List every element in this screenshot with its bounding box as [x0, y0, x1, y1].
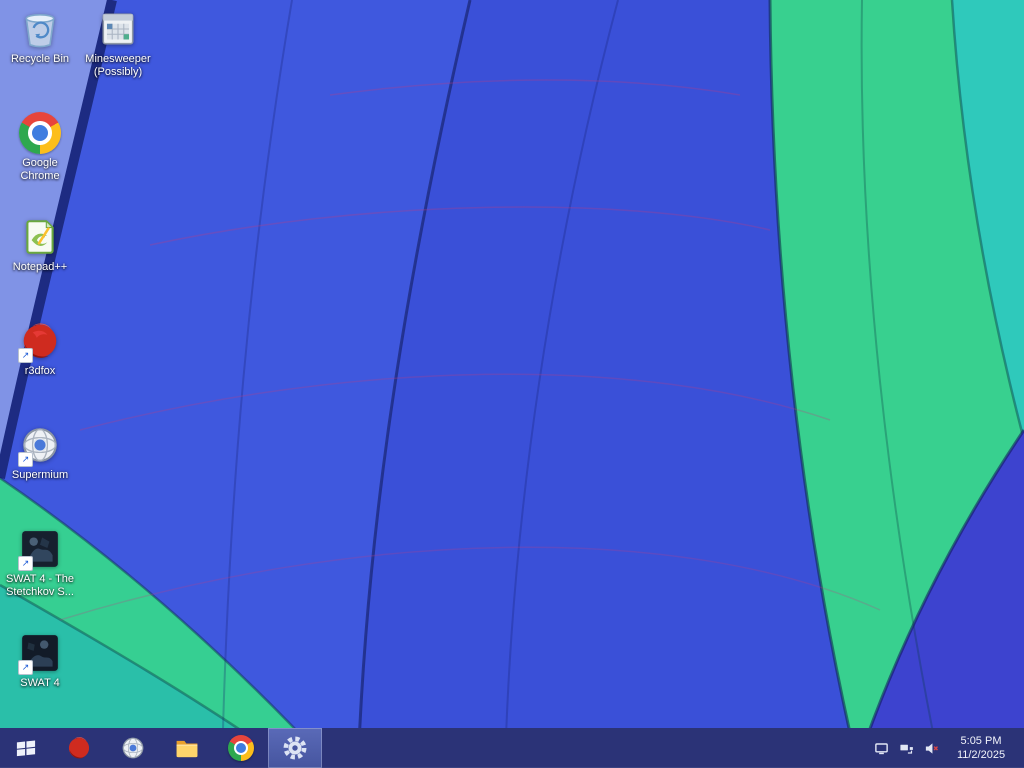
desktop-icon-label: Google Chrome [20, 157, 60, 182]
desktop-icon-label: r3dfox [24, 365, 56, 377]
hardware-icon[interactable] [873, 740, 889, 756]
network-icon[interactable] [898, 740, 914, 756]
gear-icon [282, 735, 308, 761]
supermium-icon [120, 735, 146, 761]
tray-date: 11/2/2025 [956, 749, 1006, 761]
swat4-stetchkov-icon: ↗ [18, 528, 61, 571]
desktop-surface[interactable]: Recycle Bin Minesweeper (Possibly) Googl… [0, 0, 1024, 728]
desktop-icon-label: SWAT 4 - The Stetchkov S... [5, 573, 75, 598]
taskbar-supermium-button[interactable] [106, 728, 160, 768]
start-button[interactable] [0, 728, 52, 768]
shortcut-arrow-icon: ↗ [18, 660, 33, 675]
desktop-icon-label: Minesweeper (Possibly) [85, 53, 151, 78]
desktop-icon-minesweeper[interactable]: Minesweeper (Possibly) [80, 8, 156, 79]
desktop-icon-recycle-bin[interactable]: Recycle Bin [2, 8, 78, 66]
windows-logo-icon [16, 740, 36, 757]
minesweeper-icon [97, 8, 139, 50]
taskbar-r3dfox-button[interactable] [52, 728, 106, 768]
desktop-icon-supermium[interactable]: ↗ Supermium [2, 424, 78, 482]
shortcut-arrow-icon: ↗ [18, 452, 33, 467]
taskbar-file-explorer-button[interactable] [160, 728, 214, 768]
tray-clock[interactable]: 5:05 PM 11/2/2025 [948, 734, 1014, 762]
recycle-bin-icon [19, 8, 61, 50]
tray-time: 5:05 PM [960, 735, 1002, 747]
taskbar-settings-button[interactable] [268, 728, 322, 768]
r3dfox-icon: ↗ [18, 320, 61, 363]
chrome-icon [228, 735, 254, 761]
supermium-icon: ↗ [18, 424, 61, 467]
desktop-icon-notepadpp[interactable]: Notepad++ [2, 216, 78, 274]
file-explorer-icon [174, 735, 200, 761]
system-tray: 5:05 PM 11/2/2025 [873, 728, 1024, 768]
desktop-icon-google-chrome[interactable]: Google Chrome [2, 112, 78, 183]
desktop-icon-swat4-stetchkov[interactable]: ↗ SWAT 4 - The Stetchkov S... [2, 528, 78, 599]
desktop-icon-label: Recycle Bin [10, 53, 70, 65]
shortcut-arrow-icon: ↗ [18, 348, 33, 363]
notepadpp-icon [19, 216, 61, 258]
taskbar: 5:05 PM 11/2/2025 [0, 728, 1024, 768]
shortcut-arrow-icon: ↗ [18, 556, 33, 571]
volume-muted-icon[interactable] [923, 740, 939, 756]
chrome-icon [19, 112, 61, 154]
desktop-icon-label: Notepad++ [12, 261, 68, 273]
r3dfox-icon [66, 735, 92, 761]
desktop-icon-label: SWAT 4 [20, 677, 60, 689]
desktop-icon-r3dfox[interactable]: ↗ r3dfox [2, 320, 78, 378]
desktop-icon-label: Supermium [11, 469, 69, 481]
swat4-icon: ↗ [18, 632, 61, 675]
taskbar-chrome-button[interactable] [214, 728, 268, 768]
desktop-icon-swat4[interactable]: ↗ SWAT 4 [2, 632, 78, 690]
